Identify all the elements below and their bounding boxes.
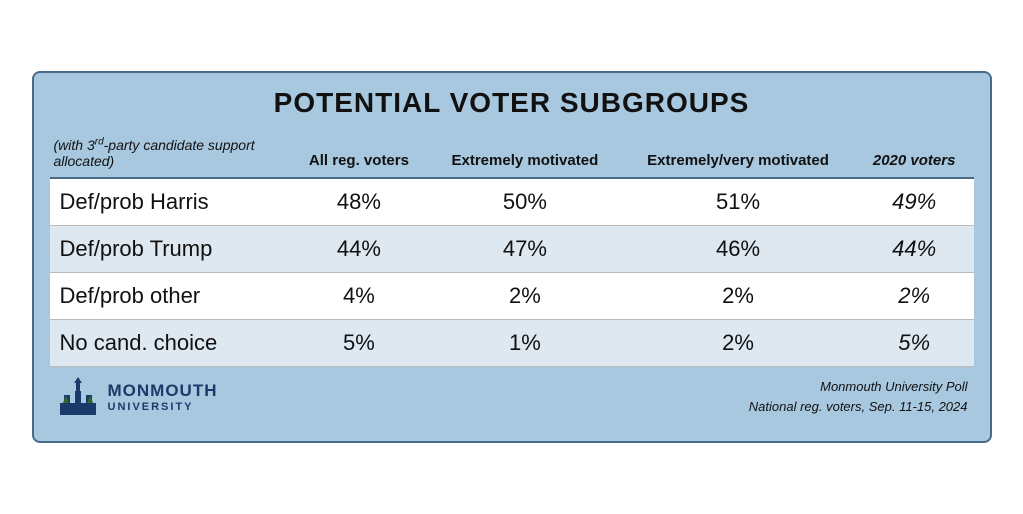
footer-logo-cell: MONMOUTH UNIVERSITY bbox=[50, 367, 429, 428]
poll-line1: Monmouth University Poll bbox=[434, 377, 967, 398]
row-col2: 50% bbox=[428, 178, 621, 226]
row-col3: 2% bbox=[621, 320, 854, 367]
row-col2: 1% bbox=[428, 320, 621, 367]
table-row: Def/prob other 4% 2% 2% 2% bbox=[50, 273, 974, 320]
card: POTENTIAL VOTER SUBGROUPS (with 3rd-part… bbox=[32, 71, 992, 444]
header-col2: Extremely motivated bbox=[428, 129, 621, 179]
row-col1: 5% bbox=[290, 320, 429, 367]
row-col4: 2% bbox=[855, 273, 974, 320]
row-label: No cand. choice bbox=[50, 320, 290, 367]
row-col4: 44% bbox=[855, 226, 974, 273]
footer-poll-info: Monmouth University Poll National reg. v… bbox=[428, 367, 973, 428]
table-row: No cand. choice 5% 1% 2% 5% bbox=[50, 320, 974, 367]
row-label: Def/prob Harris bbox=[50, 178, 290, 226]
header-col1: All reg. voters bbox=[290, 129, 429, 179]
card-title: POTENTIAL VOTER SUBGROUPS bbox=[50, 87, 974, 119]
header-col4: 2020 voters bbox=[855, 129, 974, 179]
header-col-label: (with 3rd-party candidate support alloca… bbox=[50, 129, 290, 179]
monmouth-logo-icon bbox=[56, 375, 100, 419]
row-col2: 47% bbox=[428, 226, 621, 273]
logo-monmouth-text: MONMOUTH bbox=[108, 382, 218, 401]
row-col3: 2% bbox=[621, 273, 854, 320]
row-col1: 44% bbox=[290, 226, 429, 273]
row-col4: 5% bbox=[855, 320, 974, 367]
row-col1: 4% bbox=[290, 273, 429, 320]
row-label: Def/prob other bbox=[50, 273, 290, 320]
row-col1: 48% bbox=[290, 178, 429, 226]
data-table: (with 3rd-party candidate support alloca… bbox=[50, 129, 974, 428]
table-row: Def/prob Harris 48% 50% 51% 49% bbox=[50, 178, 974, 226]
row-col3: 51% bbox=[621, 178, 854, 226]
logo-university-text: UNIVERSITY bbox=[108, 401, 218, 413]
table-row: Def/prob Trump 44% 47% 46% 44% bbox=[50, 226, 974, 273]
header-col3: Extremely/very motivated bbox=[621, 129, 854, 179]
poll-line2: National reg. voters, Sep. 11-15, 2024 bbox=[434, 397, 967, 418]
row-label: Def/prob Trump bbox=[50, 226, 290, 273]
row-col3: 46% bbox=[621, 226, 854, 273]
row-col2: 2% bbox=[428, 273, 621, 320]
row-col4: 49% bbox=[855, 178, 974, 226]
